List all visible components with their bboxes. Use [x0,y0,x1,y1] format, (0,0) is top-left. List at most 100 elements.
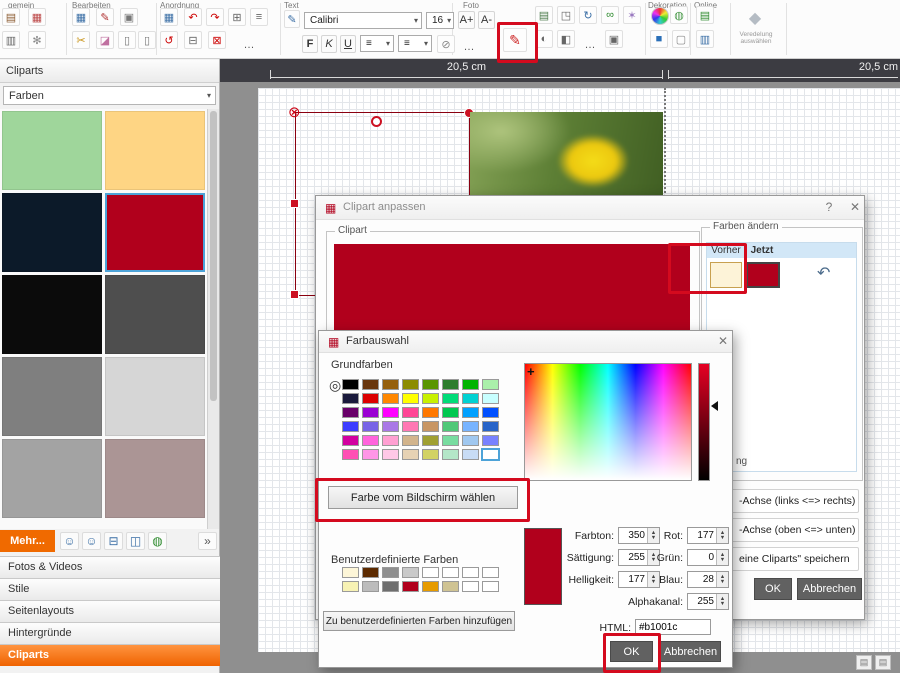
color-cell[interactable] [362,421,379,432]
color-cancel-button[interactable]: Abbrechen [660,641,721,662]
close-icon[interactable]: ✕ [847,200,863,214]
gear-icon[interactable]: ✻ [28,31,46,49]
color-cell[interactable] [442,581,459,592]
color-cell[interactable] [342,407,359,418]
corner-handle[interactable] [290,290,299,299]
before-color-swatch[interactable] [710,262,742,288]
color-cell[interactable] [422,407,439,418]
color-cell[interactable] [422,435,439,446]
rotate-cw-icon[interactable]: ↻ [579,6,597,24]
now-color-swatch[interactable] [746,262,780,288]
clipart-color-swatch[interactable] [105,275,205,354]
sidebar-item-fotos-videos[interactable]: Fotos & Videos [0,556,220,578]
sidebar-item-seitenlayouts[interactable]: Seitenlayouts [0,600,220,622]
color-cell[interactable] [402,435,419,446]
page-nav-icon[interactable]: ▤ [875,655,891,670]
photobook-icon[interactable]: ▤ [2,8,20,26]
color-cell[interactable] [402,393,419,404]
foto-overflow-button[interactable]: … [581,36,599,54]
eraser-icon[interactable]: ◪ [96,31,114,49]
clipart-color-swatch[interactable] [105,193,205,272]
pick-screen-color-button[interactable]: Farbe vom Bildschirm wählen [328,486,518,509]
bold-button[interactable]: F [302,35,318,53]
clipart-ok-button[interactable]: OK [754,578,792,600]
color-cell[interactable] [342,393,359,404]
color-cell[interactable] [442,407,459,418]
close-icon[interactable]: ✕ [715,334,731,348]
dialog-titlebar[interactable]: ▦ Farbauswahl ✕ [319,331,732,353]
clipart-color-swatch[interactable] [105,111,205,190]
adjust-icon[interactable]: ◐ [535,30,553,48]
color-cell[interactable] [462,379,479,390]
alpha-spinbox[interactable]: 255▲▼ [687,593,729,610]
edge-handle[interactable] [290,199,299,208]
color-cell[interactable] [482,581,499,592]
deco-dots-icon[interactable]: ◍ [670,6,688,24]
finishing-diamond-icon[interactable]: ◆ [744,8,766,28]
color-cell[interactable] [422,567,439,578]
edit-photo-icon[interactable]: ✎ [503,28,527,52]
color-cell[interactable] [342,421,359,432]
html-color-input[interactable] [635,619,711,635]
photo-icon[interactable]: ▤ [535,6,553,24]
redo-icon[interactable]: ↷ [206,8,224,26]
color-cell[interactable] [362,581,379,592]
swatch-scrollbar[interactable] [207,109,219,529]
color-cell[interactable] [342,449,359,460]
globe-icon[interactable]: ◍ [148,532,167,550]
paste-icon[interactable]: ▯ [138,31,156,49]
color-cell[interactable] [482,449,499,460]
color-cell[interactable] [402,421,419,432]
color-cell[interactable] [362,407,379,418]
align-icon[interactable]: ≡ [250,8,268,26]
clipart-color-swatch[interactable] [105,357,205,436]
color-cell[interactable] [342,435,359,446]
clipart-cancel-button[interactable]: Abbrechen [797,578,862,600]
color-cell[interactable] [462,435,479,446]
edit-pencil-icon[interactable]: ✎ [96,8,114,26]
color-cell[interactable] [382,393,399,404]
color-ok-button[interactable]: OK [610,641,653,662]
color-cell[interactable] [382,567,399,578]
font-smaller-button[interactable]: A- [478,11,495,29]
color-cell[interactable] [442,421,459,432]
color-cell[interactable] [362,393,379,404]
delete-icon[interactable]: ▣ [120,8,138,26]
color-cell[interactable] [422,393,439,404]
web-page-icon[interactable]: ▤ [696,6,714,24]
shadow-icon[interactable]: ◧ [557,30,575,48]
color-cell[interactable] [382,581,399,592]
frame-border-icon[interactable]: ▢ [672,30,690,48]
color-cell[interactable] [462,567,479,578]
anordnung-overflow-button[interactable]: … [240,36,258,54]
raster-icon[interactable]: ▦ [160,8,178,26]
value-slider-marker[interactable] [711,401,718,411]
align-combo[interactable]: ≡ ▾ [360,35,394,52]
underline-button[interactable]: U [340,35,356,53]
color-cell[interactable] [342,581,359,592]
color-cell[interactable] [362,379,379,390]
italic-button[interactable]: K [321,35,337,53]
green-spinbox[interactable]: 0▲▼ [687,549,729,566]
blue-square-icon[interactable]: ■ [650,30,668,48]
undo-icon[interactable]: ↶ [184,8,202,26]
printer-icon[interactable]: ⊟ [104,532,123,550]
color-cell[interactable] [382,449,399,460]
spinner-arrows[interactable]: ▲▼ [716,572,728,587]
color-cell[interactable] [442,435,459,446]
color-cell[interactable] [362,435,379,446]
color-cell[interactable] [342,567,359,578]
color-cell[interactable] [402,379,419,390]
spinner-arrows[interactable]: ▲▼ [716,594,728,609]
font-family-combo[interactable]: Calibri ▾ [304,12,422,29]
color-cell[interactable] [482,379,499,390]
rotate-icon[interactable]: ↺ [160,31,178,49]
delete-handle-icon[interactable]: ⊗ [288,103,301,121]
pages-icon[interactable]: ▥ [2,31,20,49]
red-spinbox[interactable]: 177▲▼ [687,527,729,544]
color-cell[interactable] [382,421,399,432]
font-size-combo[interactable]: 16 ▾ [426,12,454,29]
group-icon[interactable]: ⊟ [184,31,202,49]
rotate-handle[interactable] [371,116,382,127]
dialog-titlebar[interactable]: ▦ Clipart anpassen ? ✕ [316,196,864,220]
